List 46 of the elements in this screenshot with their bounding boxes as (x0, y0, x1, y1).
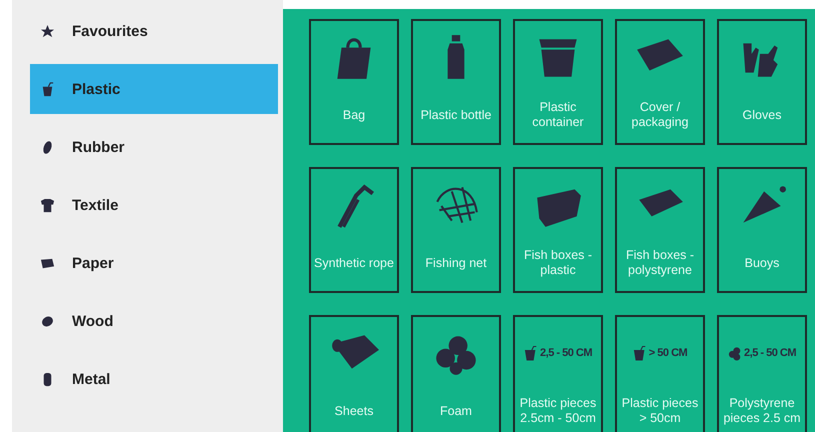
size-label: > 50 CM (648, 347, 688, 359)
item-tile[interactable]: 2,5 - 50 CM Plastic pieces 2.5cm - 50cm (513, 315, 603, 432)
cup-icon (632, 344, 647, 362)
tile-label: Plastic bottle (420, 106, 492, 124)
item-tile[interactable]: > 50 CM Plastic pieces > 50cm (615, 315, 705, 432)
item-tile[interactable]: Bag (309, 19, 399, 145)
cup-icon (524, 344, 538, 362)
item-tile[interactable]: Buoys (717, 167, 807, 293)
tile-label: Polystyrene pieces 2.5 cm (722, 395, 802, 427)
item-tile[interactable]: Cover / packaging (615, 19, 705, 145)
tile-label: Fish boxes - polystyrene (624, 247, 696, 279)
cup-icon (40, 82, 55, 96)
item-tile[interactable]: Gloves (717, 19, 807, 145)
item-tile[interactable]: Fish boxes - polystyrene (615, 167, 705, 293)
tile-label: Fish boxes - plastic (522, 247, 594, 279)
tile-label: Gloves (742, 106, 782, 124)
category-item[interactable]: Rubber (30, 122, 278, 172)
star-icon (40, 24, 55, 38)
category-item[interactable]: Paper (30, 238, 278, 288)
tile-label: Synthetic rope (313, 254, 395, 272)
item-tile[interactable]: 2,5 - 50 CM Polystyrene pieces 2.5 cm (717, 315, 807, 432)
category-item[interactable]: Metal (30, 354, 278, 404)
size-label: 2,5 - 50 CM (540, 347, 592, 359)
tile-label: Bag (342, 106, 366, 124)
category-item[interactable]: Wood (30, 296, 278, 346)
category-item[interactable]: Plastic (30, 64, 278, 114)
category-item[interactable]: Textile (30, 180, 278, 230)
size-label: 2,5 - 50 CM (744, 347, 796, 359)
tile-label: Cover / packaging (630, 99, 690, 131)
tile-label: Buoys (744, 254, 780, 272)
tile-label: Sheets (334, 402, 374, 420)
item-tile[interactable]: Fishing net (411, 167, 501, 293)
shirt-icon (40, 198, 55, 212)
tile-label: Plastic pieces > 50cm (620, 395, 700, 427)
item-tile[interactable]: Plastic bottle (411, 19, 501, 145)
tile-label: Foam (439, 402, 473, 420)
tile-label: Plastic container (531, 99, 585, 131)
item-tile[interactable]: Fish boxes - plastic (513, 167, 603, 293)
foam-icon (728, 344, 742, 362)
item-tile[interactable]: Sheets (309, 315, 399, 432)
category-item[interactable]: Favourites (30, 6, 278, 56)
item-tile[interactable]: Synthetic rope (309, 167, 399, 293)
item-tile[interactable]: Foam (411, 315, 501, 432)
tile-label: Fishing net (424, 254, 488, 272)
item-tile[interactable]: Plastic container (513, 19, 603, 145)
tile-label: Plastic pieces 2.5cm - 50cm (518, 395, 598, 427)
